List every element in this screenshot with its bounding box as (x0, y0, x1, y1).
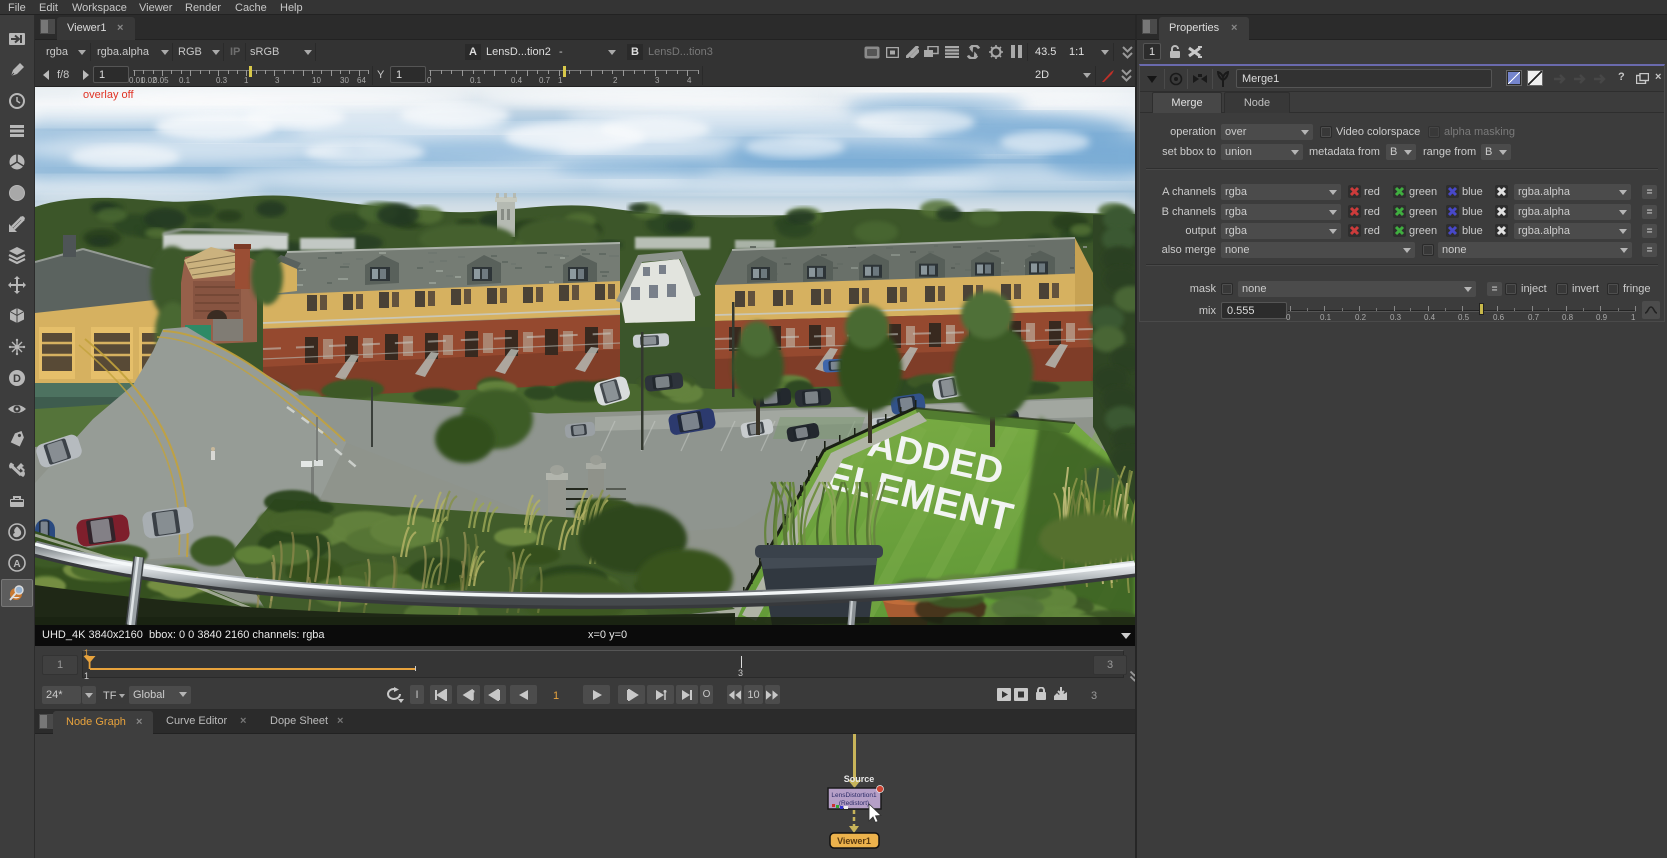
svg-text:LensDistortion1: LensDistortion1 (831, 792, 877, 799)
svg-text:A: A (13, 559, 20, 570)
svg-text:D: D (13, 373, 21, 385)
svg-text:Viewer1: Viewer1 (837, 836, 871, 846)
svg-text:Source: Source (844, 774, 875, 784)
svg-text:(Redistort): (Redistort) (839, 800, 869, 807)
